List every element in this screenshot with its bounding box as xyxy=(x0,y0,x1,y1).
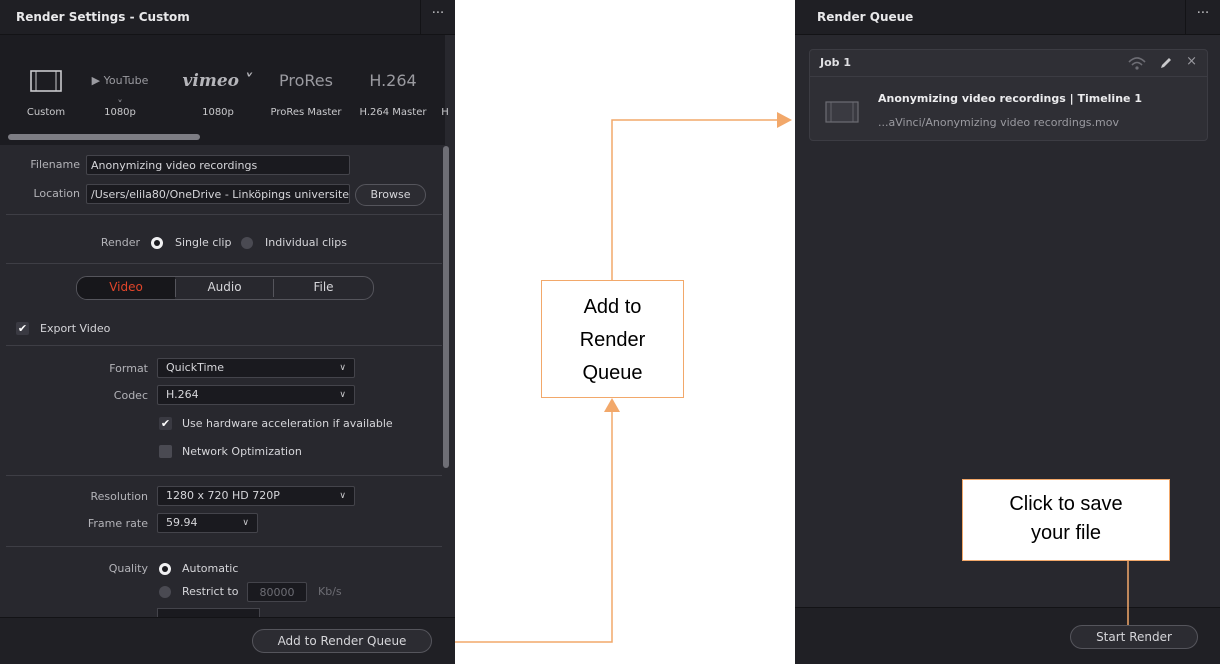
annotation-line: your file xyxy=(1030,522,1102,544)
annotation-line: Render xyxy=(579,329,646,351)
annotation-click-to-save: Click to save your file xyxy=(962,479,1170,561)
annotation-line: Queue xyxy=(582,362,643,384)
annotation-add-to-render-queue: Add to Render Queue xyxy=(541,280,684,398)
annotation-line: Click to save xyxy=(1009,493,1123,515)
annotation-line: Add to xyxy=(583,296,642,318)
